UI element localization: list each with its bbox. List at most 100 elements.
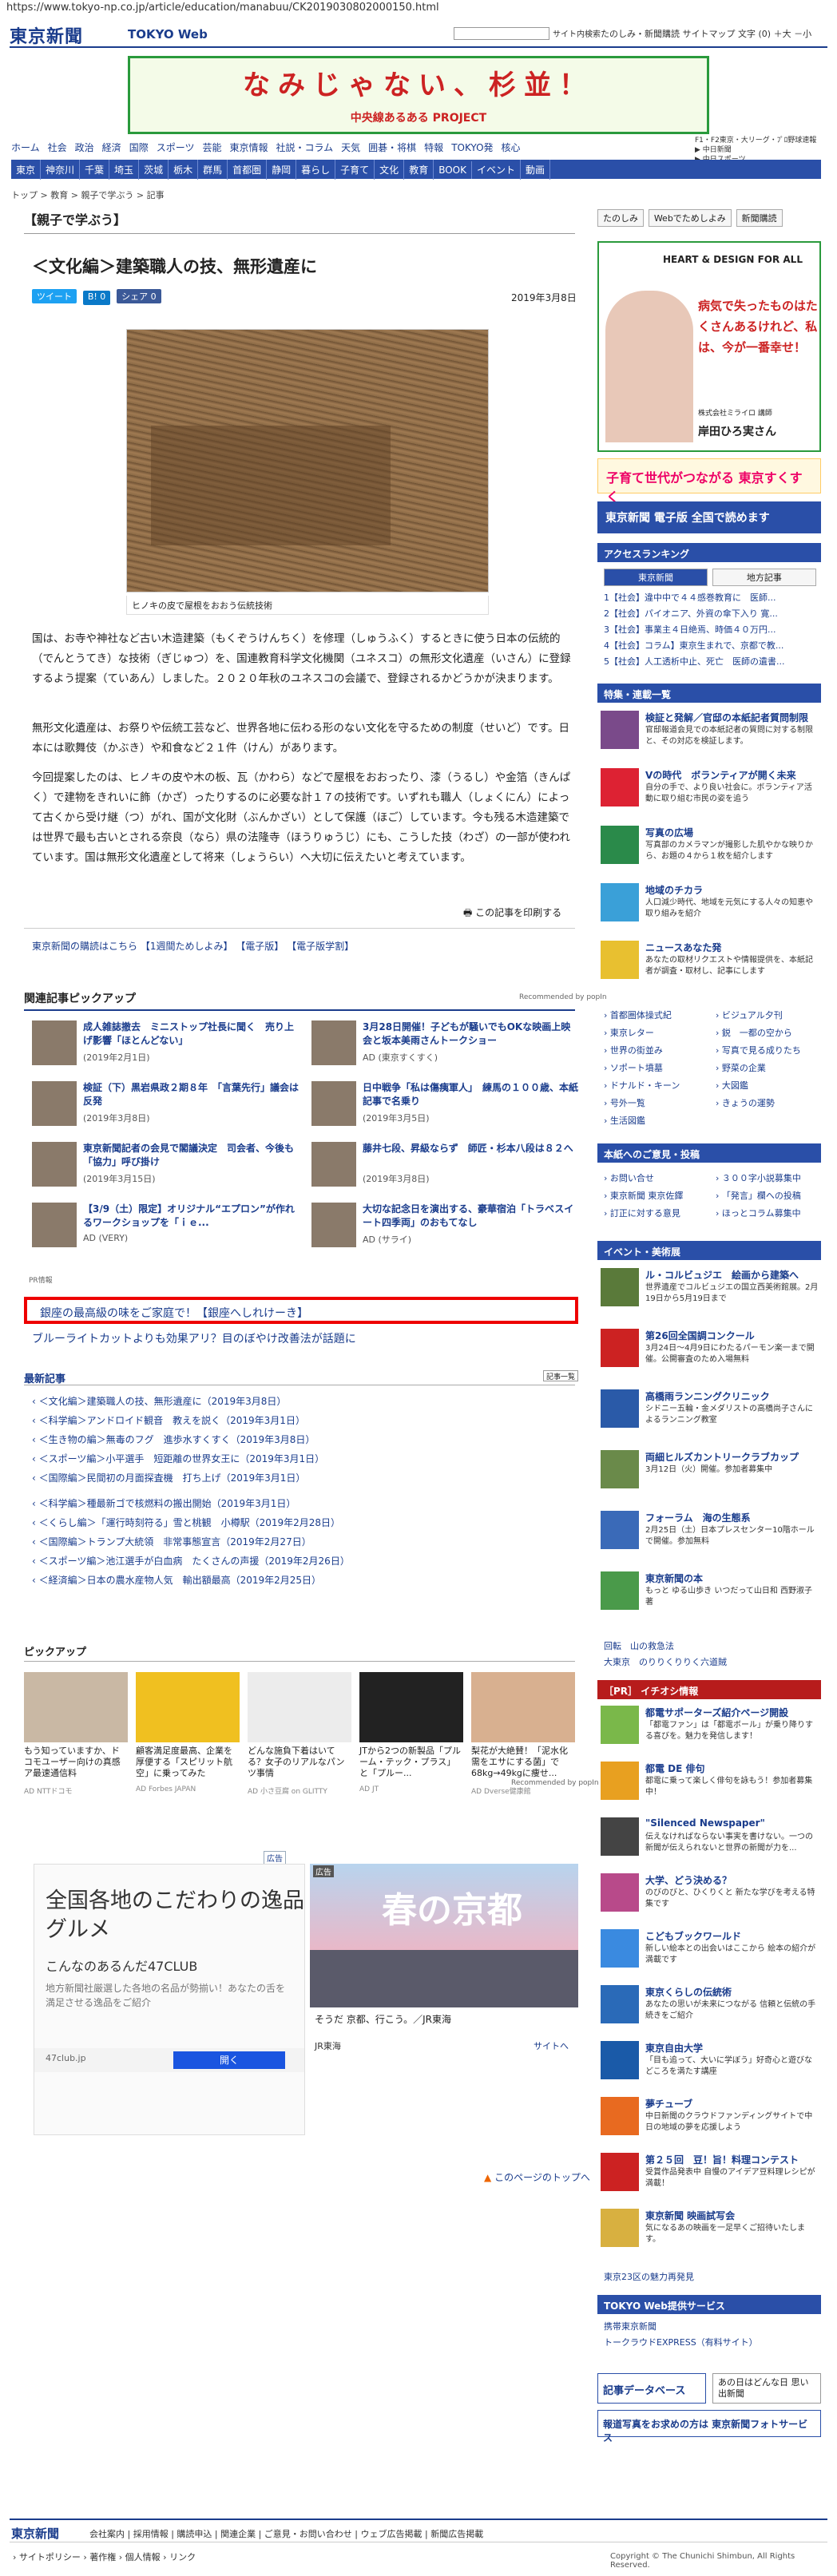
header-links[interactable]: たのしみ・新聞購読 サイトマップ 文字 (0) ＋大 －小 xyxy=(601,27,811,40)
sidebar-link[interactable]: › 大図鑑 xyxy=(716,1078,748,1093)
related-item[interactable]: 3月28日開催！子どもが騒いでもOKな映画上映会と坂本美雨さんトークショー AD … xyxy=(311,1020,583,1068)
nav-item-10[interactable]: 囲碁・将棋 xyxy=(368,142,416,153)
popin-credit[interactable]: Recommended by popIn xyxy=(519,993,607,1001)
pr-title[interactable]: "Silenced Newspaper" xyxy=(645,1817,765,1829)
related-item-title[interactable]: 検証（下）黒岩県政２期８年 「言葉先行」議会は反発 xyxy=(83,1081,299,1108)
pr-title[interactable]: 都電 DE 俳句 xyxy=(645,1762,705,1775)
ranking-item[interactable]: 3【社会】事業主４日絶焉、時価４０万円... xyxy=(604,623,776,636)
related-item[interactable]: 藤井七段、昇級ならず 師匠・杉本八段は８２へ (2019年3月8日) xyxy=(311,1142,583,1190)
pickup-title[interactable]: 梨花が大絶賛！「泥水化需をエサにする菌」で68kg→49kgに痩せ... xyxy=(471,1746,575,1779)
nav-item-12[interactable]: TOKYO発 xyxy=(451,142,493,153)
region-nav-item-12[interactable]: 教育 xyxy=(404,160,434,180)
tab-local[interactable]: 地方記事 xyxy=(712,569,816,586)
nav-right-link-0[interactable]: F1・F2東京・大リーグ・ﾌﾟﾛ野球速報 xyxy=(695,136,823,145)
ad-open-button[interactable]: 開く xyxy=(173,2051,285,2069)
related-item-title[interactable]: 大切な記念日を演出する、豪華宿泊「トラベスイート四季両」のおもてなし xyxy=(363,1203,578,1230)
latest-item[interactable]: ‹ ＜国際編＞トランプ大統領 非常事態宣言（2019年2月27日） xyxy=(32,1535,583,1548)
nav-item-13[interactable]: 核心 xyxy=(502,142,521,153)
service-link-1[interactable]: 携帯東京新聞 xyxy=(604,2319,657,2334)
region-nav-item-0[interactable]: 東京 xyxy=(11,160,42,180)
feature-title[interactable]: Vの時代 ボランティアが開く未来 xyxy=(645,768,796,782)
print-article-link[interactable]: 🖶 この記事を印刷する xyxy=(463,906,561,922)
opinion-link[interactable]: › ３００字小説募集中 xyxy=(716,1171,801,1186)
service-link-2[interactable]: トークラウドEXPRESS（有料サイト） xyxy=(604,2335,758,2350)
opinion-link[interactable]: › 「発言」欄への投稿 xyxy=(716,1188,801,1203)
sidebar-link[interactable]: › 首都圏体操式紀 xyxy=(604,1008,672,1023)
pr-title[interactable]: 東京自由大学 xyxy=(645,2041,703,2055)
pickup-title[interactable]: JTから2つの新製品「プルーム・テック・プラス」と「プルー... xyxy=(359,1746,463,1779)
ad-jr-kyoto[interactable]: 広告 春の京都 そうだ 京都、行こう。／JR東海 JR東海 サイトへ xyxy=(310,1864,578,2103)
ad-heart-design[interactable]: HEART & DESIGN FOR ALL 病気で失ったものはたくさんあるけれ… xyxy=(597,241,821,452)
ad-site-link[interactable]: サイトへ xyxy=(534,2039,569,2052)
pr-link[interactable]: 銀座の最高級の味をご家庭で！【銀座へしれけーき】 xyxy=(40,1305,308,1321)
tiny-link-2[interactable]: 大東京 のりりくりりく六道賊 xyxy=(604,1655,727,1670)
latest-item[interactable]: ‹ ＜経済編＞日本の農水産物人気 輸出額最高（2019年2月25日） xyxy=(32,1573,583,1587)
related-item[interactable]: 東京新聞記者の会見で閣議決定 司会者、今後も「協力」呼び掛け (2019年3月15… xyxy=(32,1142,303,1190)
photo-service-banner[interactable]: 報道写真をお求めの方は 東京新聞フォトサービス xyxy=(597,2410,821,2443)
nav-right-link-1[interactable]: ▶ 中日新聞 xyxy=(695,145,823,155)
url-bar[interactable]: https://www.tokyo-np.co.jp/article/educa… xyxy=(6,2,439,14)
pr-title[interactable]: 夢チューブ xyxy=(645,2097,692,2110)
region-nav-item-11[interactable]: 文化 xyxy=(375,160,405,180)
region-nav-item-15[interactable]: 動画 xyxy=(521,160,551,180)
pr-item[interactable]: 都電 DE 俳句 都電に乗って楽しく俳句を詠もう！参加者募集中！ xyxy=(601,1762,821,1809)
footer-links-2[interactable]: › サイトポリシー › 著作権 › 個人情報 › リンク xyxy=(13,2550,196,2563)
latest-item[interactable]: ‹ ＜国際編＞民間初の月面探査機 打ち上げ（2019年3月1日） xyxy=(32,1471,583,1484)
ad-e-paper[interactable]: 東京新聞 電子版 全国で読めます xyxy=(597,501,821,533)
related-item[interactable]: 成人雑誌撤去 ミニストップ社長に聞く 売り上げ影響「ほとんどない」 (2019年2… xyxy=(32,1020,303,1068)
sidebar-link[interactable]: › 生活図鑑 xyxy=(604,1113,645,1128)
event-item[interactable]: 東京新聞の本 もっと ゆる山歩き いつだって山日和 西野淑子 著 xyxy=(601,1571,821,1619)
footer-logo[interactable]: 東京新聞 xyxy=(11,2525,59,2542)
nav-item-9[interactable]: 天気 xyxy=(341,142,360,153)
pr-item[interactable]: 第２５回 豆！旨！料理コンテスト 受賞作品発表中 自慢のアイデア豆料理レシピが満載… xyxy=(601,2153,821,2201)
feature-item[interactable]: 写真の広場 写真部のカメラマンが撮影した肌やかな映りから、お題の４から１枚を紹介し… xyxy=(601,826,821,874)
sidebar-link[interactable]: › 東京レター xyxy=(604,1025,654,1040)
related-item-title[interactable]: 3月28日開催！子どもが騒いでもOKな映画上映会と坂本美雨さんトークショー xyxy=(363,1020,578,1048)
site-logo-web[interactable]: TOKYO Web xyxy=(128,27,208,42)
ranking-item[interactable]: 4【社会】コラム】東京生まれで、京都で教... xyxy=(604,639,783,652)
ranking-item[interactable]: 1【社会】違中中で４４感巻教育に 医師... xyxy=(604,591,776,604)
breadcrumb[interactable]: トップ > 教育 > 親子で学ぶう > 記事 xyxy=(11,188,165,201)
feature-title[interactable]: ニュースあなた発 xyxy=(645,941,721,954)
feature-item[interactable]: Vの時代 ボランティアが開く未来 自分の手で、より良い社会に。ボランティア活動に取… xyxy=(601,768,821,816)
ranking-item[interactable]: 2【社会】パイオニア、外資の傘下入り 寛... xyxy=(604,607,778,620)
region-nav-item-14[interactable]: イベント xyxy=(472,160,521,180)
event-title[interactable]: 第26回全国調コンクール xyxy=(645,1329,755,1342)
subscribe-links[interactable]: 東京新聞の購読はこちら 【1週間ためしよみ】 【電子版】 【電子版学割】 xyxy=(32,939,354,953)
pr-item[interactable]: 都電サポーターズ紹介ページ開設 「都電ファン」は「都電ボール」が乗り降りする喜びを… xyxy=(601,1706,821,1754)
region-nav-item-7[interactable]: 首都圏 xyxy=(228,160,268,180)
latest-item[interactable]: ‹ ＜スポーツ編＞池江選手が白血病 たくさんの声援（2019年2月26日） xyxy=(32,1554,583,1567)
nav-item-3[interactable]: 経済 xyxy=(102,142,121,153)
pr-item[interactable]: 東京くらしの伝統術 あなたの思いが未来につながる 信頼と伝統の手続きをご紹介 xyxy=(601,1985,821,2033)
region-nav-item-4[interactable]: 茨城 xyxy=(139,160,169,180)
opinion-link[interactable]: › お問い合せ xyxy=(604,1171,654,1186)
related-item-title[interactable]: 【3/9（土）限定】オリジナル“エプロン”が作れるワークショップを「ｉｅ... xyxy=(83,1203,299,1230)
ad-47club[interactable]: 全国各地のこだわりの逸品グルメ こんなのあるんだ47CLUB 地方新聞社厳選した… xyxy=(34,1864,305,2135)
sidebar-link[interactable]: › 野菜の企業 xyxy=(716,1060,766,1076)
ad-banner-suginami[interactable]: なみじゃない、杉並！ 中央線あるある PROJECT xyxy=(128,56,709,134)
pr-title[interactable]: 都電サポーターズ紹介ページ開設 xyxy=(645,1706,788,1719)
region-nav-item-10[interactable]: 子育て xyxy=(335,160,375,180)
facebook-share-button[interactable]: シェア 0 xyxy=(117,289,161,303)
latest-item[interactable]: ‹ ＜文化編＞建築職人の技、無形遺産に（2019年3月8日） xyxy=(32,1394,583,1408)
sidebar-link[interactable]: › ドナルド・キーン xyxy=(604,1078,680,1093)
feature-item[interactable]: 地域のチカラ 人口減少時代、地域を元気にする人々の知恵や取り組みを紹介 xyxy=(601,883,821,931)
tab-tokyo[interactable]: 東京新聞 xyxy=(604,569,708,586)
pr-title[interactable]: 第２５回 豆！旨！料理コンテスト xyxy=(645,2153,799,2166)
event-title[interactable]: ル・コルビュジエ 絵画から建築へ xyxy=(645,1268,799,1282)
pr-title[interactable]: 大学、どう決める？ xyxy=(645,1873,732,1887)
event-item[interactable]: フォーラム 海の生態系 2月25日（土）日本プレスセンター10階ホールで開催。参加… xyxy=(601,1511,821,1559)
region-nav-item-2[interactable]: 千葉 xyxy=(80,160,110,180)
nav-item-0[interactable]: ホーム xyxy=(11,142,40,153)
pickup-title[interactable]: 顧客満足度最高、企業を厚便する「スピリット航空」に乗ってみた xyxy=(136,1746,240,1779)
pickup-item[interactable]: JTから2つの新製品「プルーム・テック・プラス」と「プルー... AD JT xyxy=(359,1672,463,1800)
nav-item-1[interactable]: 社会 xyxy=(48,142,67,153)
pickup-title[interactable]: もう知っていますか、ドコモユーザー向けの真感ア最速通信料 xyxy=(24,1746,128,1779)
latest-item[interactable]: ‹ ＜生き物の編＞無毒のフグ 進歩水すくすく（2019年3月8日） xyxy=(32,1433,583,1446)
opinion-link[interactable]: › 東京新聞 東京佐鐸 xyxy=(604,1188,683,1203)
event-item[interactable]: 両細ヒルズカントリークラブカップ 3月12日（火）開催。参加者募集中 xyxy=(601,1450,821,1498)
sidebar-link[interactable]: › 鋭 一都の空から xyxy=(716,1025,792,1040)
pickup-item[interactable]: もう知っていますか、ドコモユーザー向けの真感ア最速通信料 AD NTTドコモ xyxy=(24,1672,128,1800)
opinion-link[interactable]: › ほっとコラム募集中 xyxy=(716,1206,801,1221)
region-nav-item-8[interactable]: 静岡 xyxy=(267,160,297,180)
